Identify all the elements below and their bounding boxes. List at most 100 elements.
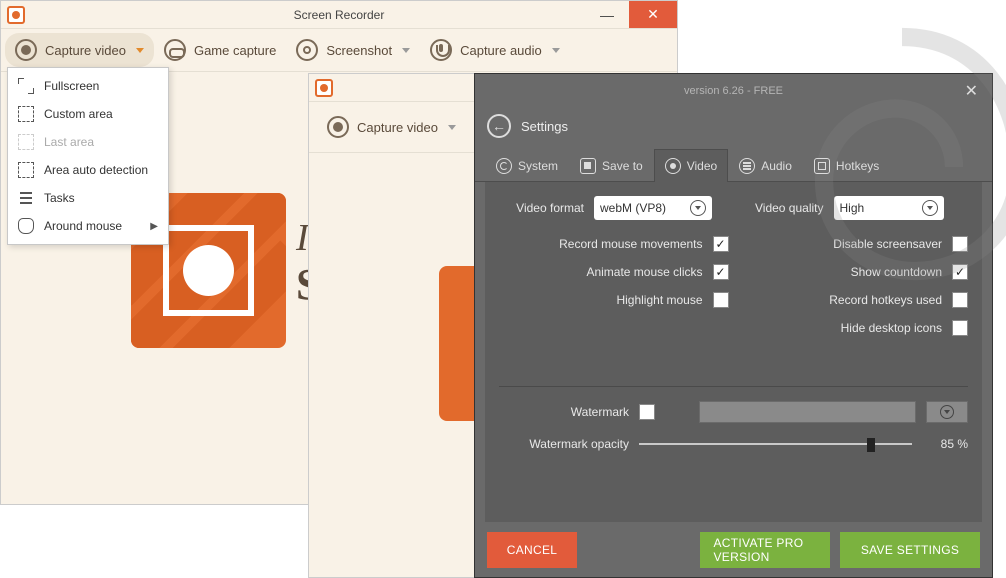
disable-screensaver-label: Disable screensaver	[833, 237, 942, 251]
tab-save-to[interactable]: Save to	[569, 149, 654, 182]
tab-label: System	[518, 159, 558, 173]
dropdown-item-custom-area[interactable]: Custom area	[8, 100, 168, 128]
submenu-arrow-icon: ▶	[150, 221, 158, 232]
dropdown-item-last-area: Last area	[8, 128, 168, 156]
watermark-path-field	[699, 401, 916, 423]
watermark-opacity-value: 85 %	[922, 437, 968, 451]
toolbar-label: Capture video	[45, 43, 126, 58]
hide-icons-checkbox[interactable]	[952, 320, 968, 336]
animate-clicks-label: Animate mouse clicks	[586, 265, 702, 279]
watermark-opacity-slider[interactable]	[639, 435, 912, 453]
dropdown-label: Around mouse	[44, 219, 122, 233]
record-icon	[327, 116, 349, 138]
cancel-button[interactable]: CANCEL	[487, 532, 577, 568]
dropdown-icon	[940, 405, 954, 419]
settings-heading: Settings	[521, 119, 568, 134]
tasks-icon	[18, 190, 34, 206]
tab-label: Audio	[761, 159, 792, 173]
disable-screensaver-checkbox[interactable]	[952, 236, 968, 252]
toolbar-label: Game capture	[194, 43, 276, 58]
watermark-label: Watermark	[499, 405, 629, 419]
record-mouse-row: Record mouse movements	[499, 236, 729, 252]
chevron-down-icon	[136, 48, 144, 53]
dropdown-item-around-mouse[interactable]: Around mouse ▶	[8, 212, 168, 240]
dropdown-label: Tasks	[44, 191, 75, 205]
watermark-opacity-row: Watermark opacity 85 %	[499, 435, 968, 453]
settings-footer: CANCEL ACTIVATE PRO VERSION SAVE SETTING…	[475, 522, 992, 578]
tab-label: Video	[687, 159, 717, 173]
video-quality-label: Video quality	[739, 201, 834, 215]
close-button[interactable]: ✕	[629, 1, 677, 28]
settings-window: version 6.26 - FREE ✕ ← Settings System …	[474, 73, 993, 578]
back-button[interactable]: ←	[487, 114, 511, 138]
settings-tabs: System Save to Video Audio Hotkeys	[475, 148, 992, 182]
mouse-icon	[18, 218, 34, 234]
chevron-down-icon	[448, 125, 456, 130]
dropdown-item-area-auto[interactable]: Area auto detection	[8, 156, 168, 184]
tab-video[interactable]: Video	[654, 149, 728, 182]
dropdown-item-tasks[interactable]: Tasks	[8, 184, 168, 212]
toolbar-label: Screenshot	[326, 43, 392, 58]
close-button[interactable]: ✕	[959, 77, 984, 105]
tab-audio[interactable]: Audio	[728, 149, 803, 182]
tab-label: Hotkeys	[836, 159, 879, 173]
last-area-icon	[18, 134, 34, 150]
dropdown-icon	[690, 200, 706, 216]
dropdown-label: Fullscreen	[44, 79, 99, 93]
video-quality-select[interactable]: High	[834, 196, 944, 220]
auto-detect-icon	[18, 162, 34, 178]
game-capture-button[interactable]: Game capture	[154, 33, 286, 67]
settings-body: Video format webM (VP8) Video quality Hi…	[485, 182, 982, 522]
chevron-down-icon	[552, 48, 560, 53]
record-mouse-label: Record mouse movements	[559, 237, 702, 251]
capture-audio-button[interactable]: Capture audio	[420, 33, 570, 67]
record-icon	[15, 39, 37, 61]
video-quality-row: Video quality High	[739, 196, 969, 220]
settings-titlebar: version 6.26 - FREE ✕	[475, 74, 992, 108]
record-hotkeys-label: Record hotkeys used	[829, 293, 942, 307]
show-countdown-label: Show countdown	[851, 265, 942, 279]
show-countdown-row: Show countdown	[739, 264, 969, 280]
minimize-button[interactable]: —	[585, 1, 629, 28]
capture-video-dropdown: Fullscreen Custom area Last area Area au…	[7, 67, 169, 245]
toolbar-label: Capture video	[357, 120, 438, 135]
fullscreen-icon	[18, 78, 34, 94]
toolbar-label: Capture audio	[460, 43, 542, 58]
select-value: High	[840, 201, 865, 215]
hotkeys-icon	[814, 158, 830, 174]
watermark-opacity-label: Watermark opacity	[499, 437, 629, 451]
select-value: webM (VP8)	[600, 201, 666, 215]
save-icon	[580, 158, 596, 174]
system-icon	[496, 158, 512, 174]
gamepad-icon	[164, 39, 186, 61]
version-label: version 6.26 - FREE	[684, 85, 783, 97]
tab-label: Save to	[602, 159, 643, 173]
record-hotkeys-checkbox[interactable]	[952, 292, 968, 308]
screenshot-button[interactable]: Screenshot	[286, 33, 420, 67]
dropdown-item-fullscreen[interactable]: Fullscreen	[8, 72, 168, 100]
tab-hotkeys[interactable]: Hotkeys	[803, 149, 890, 182]
dropdown-label: Area auto detection	[44, 163, 148, 177]
audio-icon	[739, 158, 755, 174]
app-icon	[7, 6, 25, 24]
settings-heading-row: ← Settings	[475, 108, 992, 144]
animate-clicks-checkbox[interactable]	[713, 264, 729, 280]
highlight-mouse-checkbox[interactable]	[713, 292, 729, 308]
video-icon	[665, 158, 681, 174]
disable-screensaver-row: Disable screensaver	[739, 236, 969, 252]
activate-pro-button[interactable]: ACTIVATE PRO VERSION	[700, 532, 831, 568]
capture-video-button[interactable]: Capture video	[5, 33, 154, 67]
watermark-browse-button	[926, 401, 968, 423]
save-settings-button[interactable]: SAVE SETTINGS	[840, 532, 980, 568]
video-format-select[interactable]: webM (VP8)	[594, 196, 712, 220]
chevron-down-icon	[402, 48, 410, 53]
record-mouse-checkbox[interactable]	[713, 236, 729, 252]
dropdown-icon	[922, 200, 938, 216]
watermark-checkbox[interactable]	[639, 404, 655, 420]
tab-system[interactable]: System	[485, 149, 569, 182]
show-countdown-checkbox[interactable]	[952, 264, 968, 280]
capture-video-button[interactable]: Capture video	[317, 110, 466, 144]
toolbar: Capture video Game capture Screenshot Ca…	[1, 29, 677, 72]
hide-icons-label: Hide desktop icons	[841, 321, 942, 335]
dropdown-label: Custom area	[44, 107, 113, 121]
